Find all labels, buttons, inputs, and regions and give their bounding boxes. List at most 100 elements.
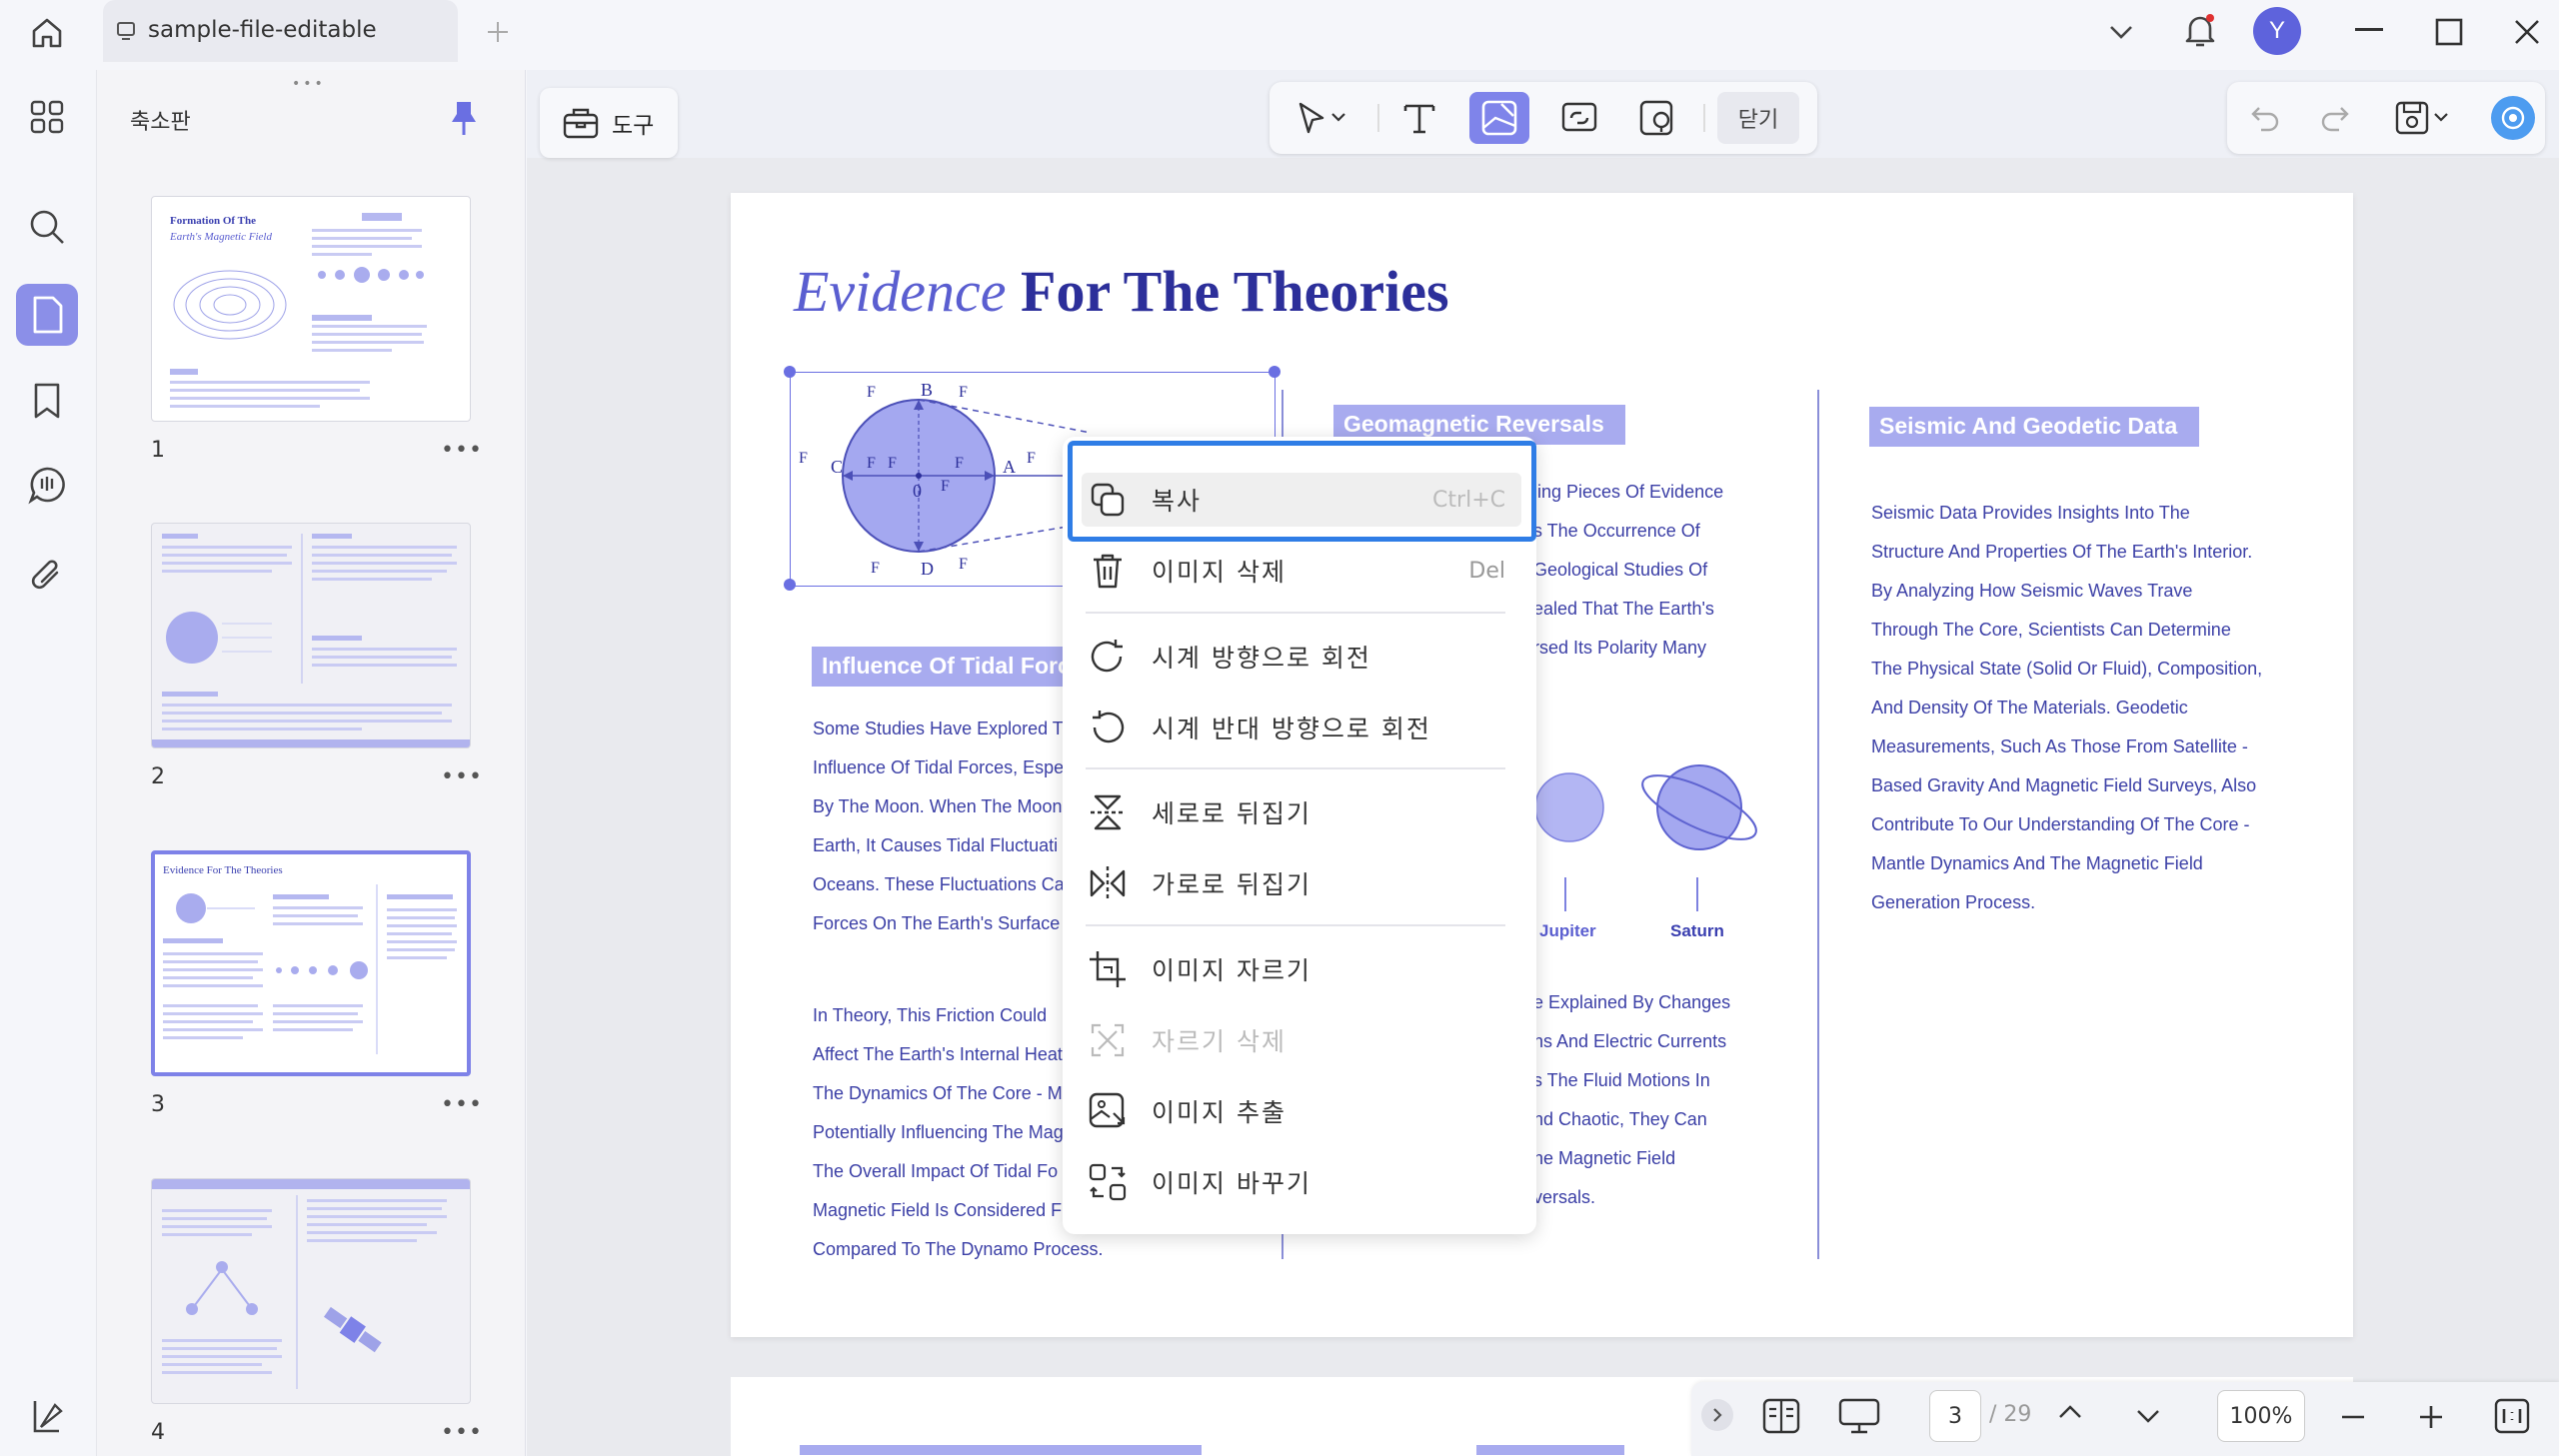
text-line: Measurements, Such As Those From Satelli…	[1871, 736, 2248, 756]
thumbnail-more-1[interactable]: •••	[441, 438, 483, 463]
ai-assistant-icon[interactable]	[2491, 96, 2535, 140]
geomagnetic-paragraph-2: e Explained By Changes ns And Electric C…	[1533, 983, 1730, 1217]
text-line: Some Studies Have Explored T	[813, 719, 1063, 738]
save-icon[interactable]	[2393, 100, 2453, 136]
zoom-out-icon[interactable]	[2339, 1405, 2367, 1429]
text-line: Compared To The Dynamo Process.	[813, 1239, 1104, 1259]
flip-vertical-icon	[1086, 790, 1130, 834]
minimize-icon[interactable]	[2355, 28, 2383, 32]
menu-item-rotate-ccw[interactable]: 시계 반대 방향으로 회전	[1086, 699, 1517, 756]
pin-icon[interactable]	[450, 98, 478, 138]
svg-text:F: F	[867, 455, 876, 472]
menu-item-rotate-cw[interactable]: 시계 방향으로 회전	[1086, 628, 1517, 686]
column-divider-2	[1817, 390, 1819, 1259]
text-line: ns And Electric Currents	[1533, 1031, 1727, 1051]
current-page-input[interactable]: 3	[1929, 1390, 1981, 1442]
panel-title: 축소판	[130, 110, 191, 135]
menu-shortcut-delete: Del	[1468, 558, 1505, 584]
expand-icon[interactable]	[1701, 1399, 1733, 1431]
cursor-icon	[1298, 102, 1345, 134]
menu-item-remove-crop[interactable]: 자르기 삭제	[1086, 1011, 1517, 1069]
home-icon[interactable]	[26, 12, 68, 54]
toolbox-icon	[563, 108, 599, 139]
text-line: By Analyzing How Seismic Waves Trave	[1871, 581, 2193, 601]
presentation-icon[interactable]	[1837, 1397, 1881, 1435]
menu-item-crop[interactable]: 이미지 자르기	[1086, 940, 1517, 998]
select-tool[interactable]	[1281, 92, 1363, 144]
chevron-down-icon[interactable]	[2107, 20, 2135, 44]
maximize-icon[interactable]	[2435, 18, 2463, 46]
watermark-tool[interactable]	[1627, 92, 1687, 144]
text-line: Based Gravity And Magnetic Field Surveys…	[1871, 775, 2257, 795]
thumbnail-page-2[interactable]	[151, 523, 471, 748]
menu-item-flip-vertical[interactable]: 세로로 뒤집기	[1086, 783, 1517, 841]
thumbnails-icon[interactable]	[16, 284, 78, 346]
theme-icon[interactable]	[16, 1385, 78, 1447]
menu-item-flip-horizontal[interactable]: 가로로 뒤집기	[1086, 854, 1517, 912]
avatar-initial: Y	[2268, 17, 2285, 44]
thumbnail-more-3[interactable]: •••	[441, 1092, 483, 1117]
heading-tidal-forces: Influence Of Tidal Forces	[812, 647, 1066, 687]
menu-label-rotate-cw: 시계 방향으로 회전	[1152, 644, 1371, 673]
actual-size-icon[interactable]	[2493, 1397, 2531, 1435]
link-tool[interactable]	[1549, 92, 1609, 144]
geomagnetic-paragraph-1: ling Pieces Of Evidence s The Occurrence…	[1533, 473, 1723, 668]
text-line: And Density Of The Materials. Geodetic	[1871, 698, 2188, 718]
new-tab-icon[interactable]	[484, 18, 512, 46]
rotate-ccw-icon	[1086, 706, 1130, 749]
menu-item-extract-image[interactable]: 이미지 추출	[1086, 1082, 1517, 1140]
thumbnail-page-4[interactable]	[151, 1178, 471, 1404]
chevron-up-icon[interactable]	[2055, 1399, 2085, 1425]
text-tool[interactable]	[1389, 92, 1449, 144]
text-line: Seismic Data Provides Insights Into The	[1871, 503, 2190, 523]
zoom-in-icon[interactable]	[2417, 1403, 2445, 1431]
text-line: Through The Core, Scientists Can Determi…	[1871, 620, 2231, 640]
close-window-icon[interactable]	[2513, 18, 2541, 46]
thumbnail-page-3[interactable]: Evidence For The Theories	[151, 850, 471, 1076]
text-line: e Explained By Changes	[1533, 992, 1731, 1012]
image-tool[interactable]	[1469, 92, 1529, 144]
drag-handle[interactable]: •••	[292, 76, 326, 92]
menu-item-delete-image[interactable]: 이미지 삭제 Del	[1086, 542, 1517, 600]
grid-icon[interactable]	[16, 86, 78, 148]
menu-item-replace-image[interactable]: 이미지 바꾸기	[1086, 1153, 1517, 1211]
page-layout-icon[interactable]	[1761, 1397, 1801, 1435]
undo-icon[interactable]	[2249, 102, 2281, 132]
toolbar-divider	[1377, 104, 1379, 132]
heading-seismic-geodetic: Seismic And Geodetic Data	[1869, 407, 2199, 447]
tools-button[interactable]: 도구	[540, 88, 678, 158]
zoom-level[interactable]: 100%	[2217, 1390, 2305, 1442]
avatar[interactable]: Y	[2253, 7, 2301, 55]
search-icon[interactable]	[16, 196, 78, 258]
label-b: B	[921, 380, 933, 400]
menu-label-rotate-ccw: 시계 반대 방향으로 회전	[1152, 715, 1431, 743]
copy-highlight-frame	[1068, 441, 1536, 542]
thumbnail-more-4[interactable]: •••	[441, 1420, 483, 1445]
svg-text:F: F	[959, 556, 968, 573]
resize-handle-tr[interactable]	[1269, 366, 1280, 378]
text-line: s The Fluid Motions In	[1533, 1070, 1710, 1090]
attachment-icon[interactable]	[16, 544, 78, 606]
thumbnail-more-2[interactable]: •••	[441, 764, 483, 789]
resize-handle-tl[interactable]	[784, 366, 796, 378]
link-icon	[1561, 102, 1597, 132]
svg-text:F: F	[799, 450, 808, 467]
chevron-down-page-icon[interactable]	[2133, 1403, 2163, 1429]
planet-label-jupiter: Jupiter	[1539, 921, 1596, 940]
replace-image-icon	[1086, 1160, 1130, 1204]
text-line: s The Occurrence Of	[1533, 521, 1700, 541]
bell-icon[interactable]	[2182, 10, 2218, 50]
close-edit-button[interactable]: 닫기	[1717, 92, 1799, 144]
svg-text:F: F	[955, 455, 964, 472]
svg-text:F: F	[941, 478, 950, 495]
bookmark-icon[interactable]	[16, 370, 78, 432]
stamp-icon	[1639, 100, 1673, 136]
svg-text:F: F	[1027, 450, 1036, 467]
text-line: By The Moon. When The Moon	[813, 796, 1063, 816]
thumbnail-number-3: 3	[151, 1092, 165, 1117]
redo-icon[interactable]	[2319, 102, 2351, 132]
trash-icon	[1086, 549, 1130, 593]
resize-handle-bl[interactable]	[784, 579, 796, 591]
thumbnail-page-1[interactable]: Formation Of The Earth's Magnetic Field	[151, 196, 471, 422]
comment-icon[interactable]	[16, 454, 78, 516]
